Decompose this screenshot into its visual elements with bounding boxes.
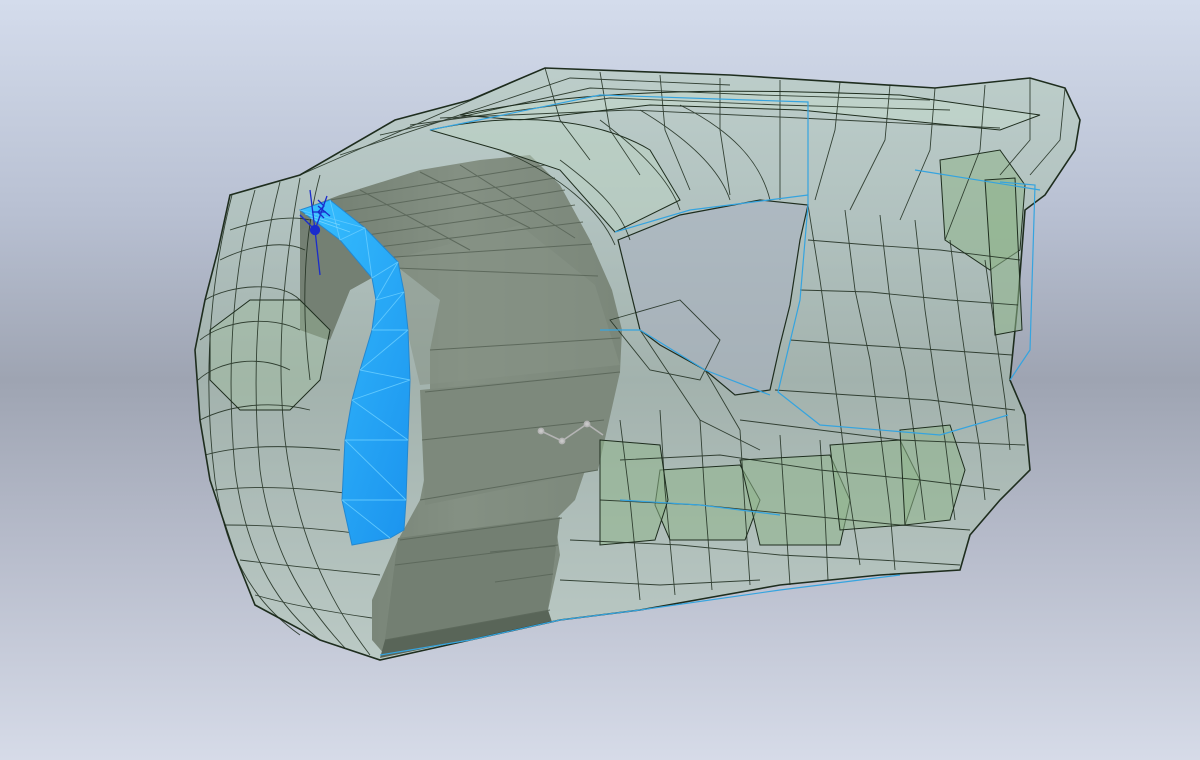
sketch-point[interactable] [558, 437, 566, 445]
triad-origin-point [309, 224, 321, 236]
cad-graphics-area[interactable] [0, 0, 1200, 760]
sketch-point[interactable] [583, 420, 591, 428]
sketch-point[interactable] [537, 427, 545, 435]
cad-viewport-svg[interactable] [0, 0, 1200, 760]
